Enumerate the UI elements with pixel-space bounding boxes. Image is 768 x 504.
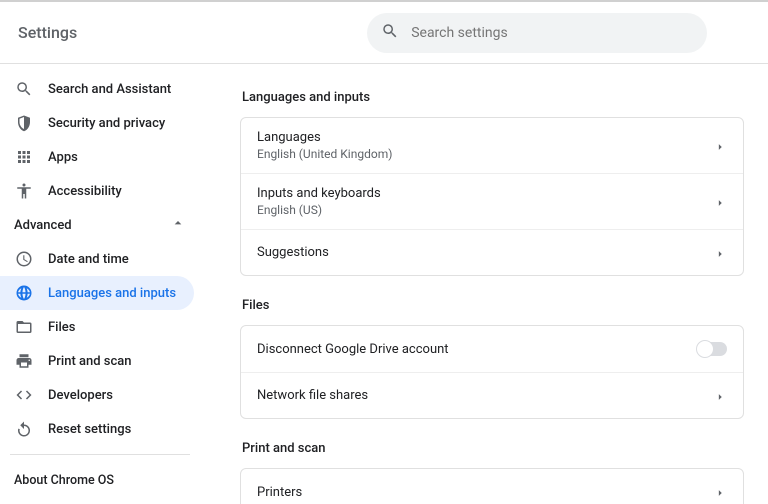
- row-sub: English (US): [257, 203, 381, 217]
- row-network-file-shares[interactable]: Network file shares: [241, 372, 743, 418]
- toggle-disconnect-drive[interactable]: [697, 342, 727, 356]
- sidebar-item-label: Languages and inputs: [48, 286, 176, 301]
- sidebar-item-about[interactable]: About Chrome OS: [0, 463, 200, 498]
- row-label: Suggestions: [257, 245, 329, 260]
- search-icon: [14, 79, 34, 99]
- sidebar-item-search-assistant[interactable]: Search and Assistant: [0, 72, 194, 106]
- chevron-right-icon: [713, 485, 727, 499]
- app-title: Settings: [18, 23, 77, 42]
- code-icon: [14, 385, 34, 405]
- sidebar-item-apps[interactable]: Apps: [0, 140, 194, 174]
- search-wrap: [367, 13, 707, 53]
- row-sub: English (United Kingdom): [257, 147, 392, 161]
- reset-icon: [14, 419, 34, 439]
- sidebar-item-accessibility[interactable]: Accessibility: [0, 174, 194, 208]
- chevron-right-icon: [713, 139, 727, 153]
- sidebar-item-label: Search and Assistant: [48, 82, 171, 97]
- sidebar-item-developers[interactable]: Developers: [0, 378, 194, 412]
- row-disconnect-drive[interactable]: Disconnect Google Drive account: [241, 326, 743, 372]
- search-icon: [381, 22, 411, 44]
- row-inputs-keyboards[interactable]: Inputs and keyboards English (US): [241, 173, 743, 229]
- card-languages: Languages English (United Kingdom) Input…: [240, 117, 744, 276]
- sidebar-item-files[interactable]: Files: [0, 310, 194, 344]
- sidebar-item-languages-inputs[interactable]: Languages and inputs: [0, 276, 194, 310]
- sidebar-item-date-time[interactable]: Date and time: [0, 242, 194, 276]
- sidebar-item-label: Apps: [48, 150, 78, 165]
- accessibility-icon: [14, 181, 34, 201]
- chevron-right-icon: [713, 195, 727, 209]
- chevron-up-icon: [170, 215, 186, 235]
- card-files: Disconnect Google Drive account Network …: [240, 325, 744, 419]
- apps-grid-icon: [14, 147, 34, 167]
- sidebar-item-label: Developers: [48, 388, 113, 403]
- sidebar-item-reset-settings[interactable]: Reset settings: [0, 412, 194, 446]
- section-title-languages: Languages and inputs: [242, 90, 744, 105]
- sidebar-item-print-scan[interactable]: Print and scan: [0, 344, 194, 378]
- section-title-files: Files: [242, 298, 744, 313]
- globe-icon: [14, 283, 34, 303]
- sidebar-item-label: Security and privacy: [48, 116, 165, 131]
- row-languages[interactable]: Languages English (United Kingdom): [241, 118, 743, 173]
- sidebar-item-label: Files: [48, 320, 75, 335]
- sidebar-item-label: Reset settings: [48, 422, 131, 437]
- search-input[interactable]: [411, 25, 693, 41]
- section-title-print: Print and scan: [242, 441, 744, 456]
- printer-icon: [14, 351, 34, 371]
- row-label: Network file shares: [257, 388, 368, 403]
- sidebar-item-label: Date and time: [48, 252, 129, 267]
- row-label: Inputs and keyboards: [257, 186, 381, 201]
- row-suggestions[interactable]: Suggestions: [241, 229, 743, 275]
- main-content: Languages and inputs Languages English (…: [200, 64, 768, 504]
- sidebar-item-security-privacy[interactable]: Security and privacy: [0, 106, 194, 140]
- folder-icon: [14, 317, 34, 337]
- row-label: Disconnect Google Drive account: [257, 342, 449, 357]
- chevron-right-icon: [713, 389, 727, 403]
- search-box[interactable]: [367, 13, 707, 53]
- advanced-label: Advanced: [14, 218, 72, 233]
- row-label: Languages: [257, 130, 392, 145]
- sidebar-item-label: Accessibility: [48, 184, 122, 199]
- shield-icon: [14, 113, 34, 133]
- row-label: Printers: [257, 485, 302, 500]
- card-print: Printers Print jobs View and manage prin…: [240, 468, 744, 504]
- sidebar: Search and Assistant Security and privac…: [0, 64, 200, 504]
- divider: [10, 454, 190, 455]
- clock-icon: [14, 249, 34, 269]
- top-bar: Settings: [0, 0, 768, 64]
- advanced-toggle[interactable]: Advanced: [0, 208, 200, 242]
- chevron-right-icon: [713, 246, 727, 260]
- sidebar-item-label: Print and scan: [48, 354, 132, 369]
- row-printers[interactable]: Printers: [241, 469, 743, 504]
